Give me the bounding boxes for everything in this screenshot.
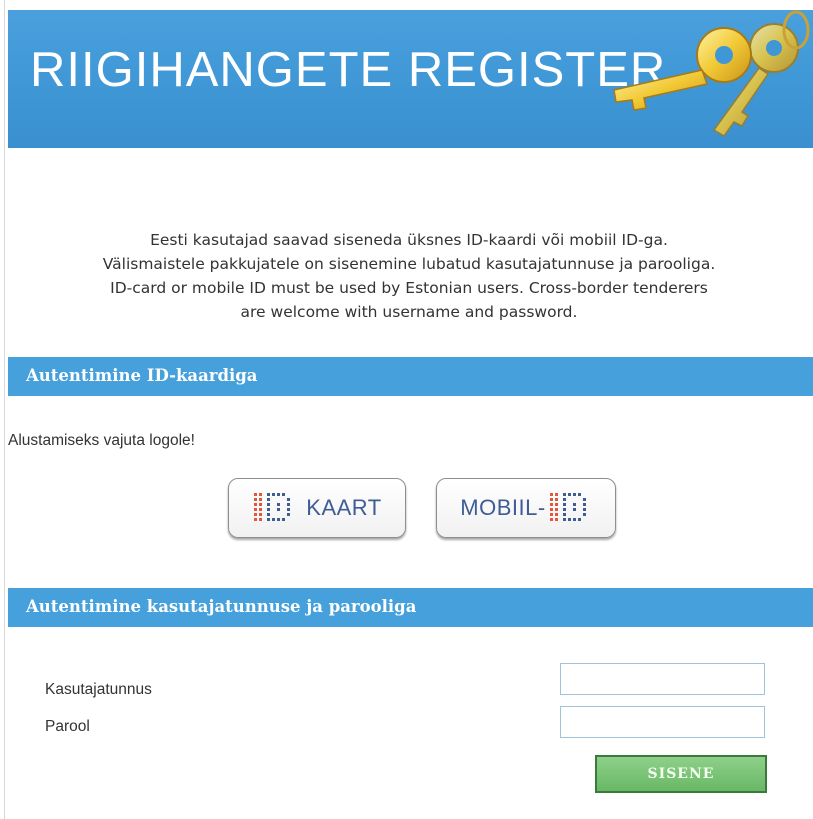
password-auth-section-header: Autentimine kasutajatunnuse ja parooliga bbox=[8, 588, 813, 627]
username-label: Kasutajatunnus bbox=[45, 681, 152, 698]
section-title: Autentimine kasutajatunnuse ja parooliga bbox=[26, 597, 417, 616]
intro-line: ID-card or mobile ID must be used by Est… bbox=[110, 279, 708, 297]
login-submit-button[interactable]: SISENE bbox=[595, 755, 767, 793]
id-card-button-label: KAART bbox=[306, 495, 382, 520]
intro-line: Eesti kasutajad saavad siseneda üksnes I… bbox=[150, 231, 668, 249]
id-card-button[interactable]: KAART bbox=[228, 478, 406, 538]
password-label: Parool bbox=[45, 718, 90, 735]
id-auth-section-header: Autentimine ID-kaardiga bbox=[8, 357, 813, 396]
intro-text: Eesti kasutajad saavad siseneda üksnes I… bbox=[8, 228, 810, 324]
mobile-id-button[interactable]: MOBIIL- bbox=[436, 478, 616, 538]
mobile-id-button-label: MOBIIL- bbox=[460, 495, 546, 520]
site-header: RIIGIHANGETE REGISTER bbox=[8, 10, 813, 148]
id-logo-icon bbox=[549, 493, 586, 521]
id-logo-icon bbox=[254, 493, 291, 521]
site-title: RIIGIHANGETE REGISTER bbox=[30, 43, 667, 97]
intro-line: Välismaistele pakkujatele on sisenemine … bbox=[102, 255, 716, 273]
password-input[interactable] bbox=[560, 706, 765, 738]
keys-icon bbox=[613, 10, 810, 137]
section-title: Autentimine ID-kaardiga bbox=[26, 366, 258, 385]
id-auth-hint: Alustamiseks vajuta logole! bbox=[8, 432, 195, 449]
intro-line: are welcome with username and password. bbox=[240, 303, 578, 321]
username-input[interactable] bbox=[560, 663, 765, 695]
